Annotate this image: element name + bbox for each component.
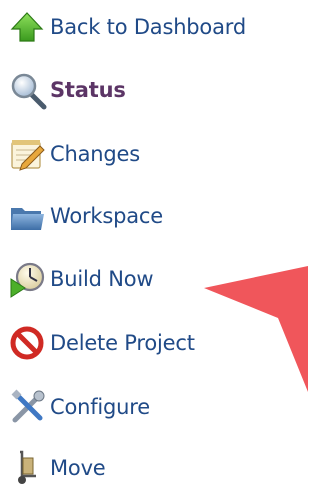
menu-item-workspace[interactable]: Workspace <box>8 196 308 236</box>
clock-play-icon <box>8 259 50 299</box>
menu-item-delete-project[interactable]: Delete Project <box>8 323 308 363</box>
menu-item-back-to-dashboard[interactable]: Back to Dashboard <box>8 7 308 47</box>
menu-item-label: Back to Dashboard <box>50 15 246 39</box>
menu-item-status[interactable]: Status <box>8 70 308 110</box>
menu-item-changes[interactable]: Changes <box>8 134 308 174</box>
hand-truck-icon <box>8 448 50 488</box>
folder-icon <box>8 196 50 236</box>
menu-item-build-now[interactable]: Build Now <box>8 259 308 299</box>
menu-item-move[interactable]: Move <box>8 448 308 488</box>
up-arrow-icon <box>8 7 50 47</box>
menu-item-label: Status <box>50 78 126 102</box>
menu-item-label: Workspace <box>50 204 163 228</box>
no-entry-icon <box>8 323 50 363</box>
menu-item-configure[interactable]: Configure <box>8 387 308 427</box>
menu-item-label: Build Now <box>50 267 154 291</box>
menu-item-label: Delete Project <box>50 331 195 355</box>
magnifier-icon <box>8 70 50 110</box>
menu-item-label: Changes <box>50 142 140 166</box>
notepad-icon <box>8 134 50 174</box>
tools-icon <box>8 387 50 427</box>
menu-item-label: Configure <box>50 395 150 419</box>
menu-item-label: Move <box>50 456 106 480</box>
side-panel-menu: Back to Dashboard Status Changes Workspa… <box>0 0 308 488</box>
